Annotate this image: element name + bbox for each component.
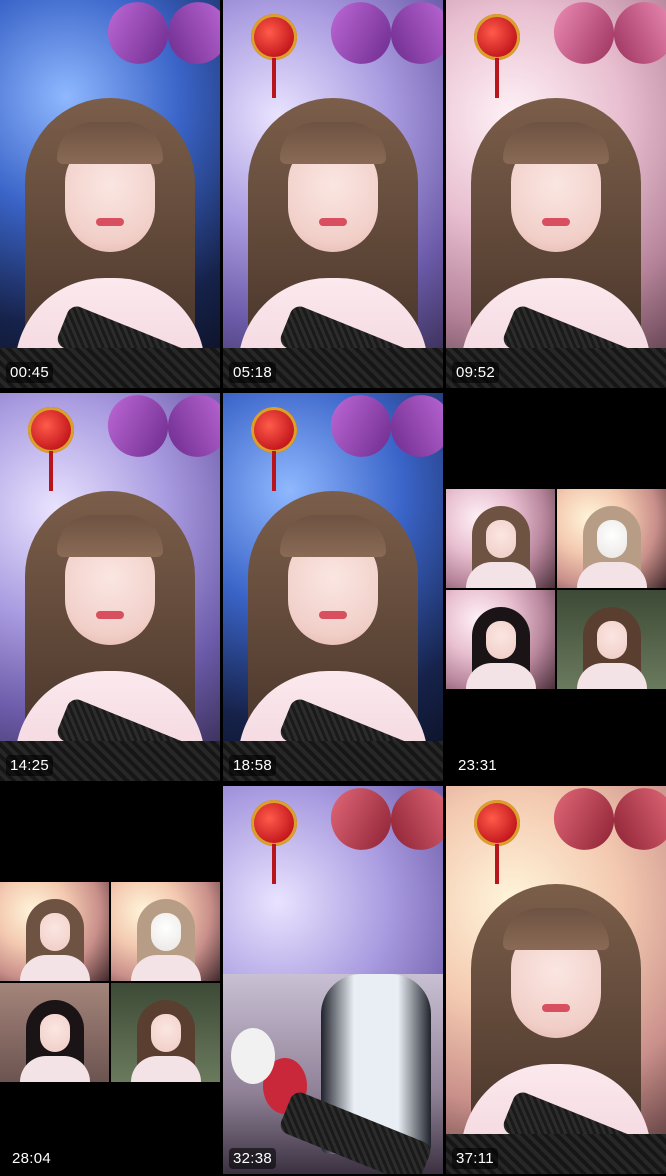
frame-thumbnail (223, 0, 443, 388)
lantern-decoration (251, 800, 297, 884)
frame-thumbnail (446, 0, 666, 388)
frame-thumbnail (223, 393, 443, 781)
video-frame-tile[interactable]: 28:04 (0, 786, 220, 1174)
lantern-decoration (251, 407, 297, 491)
multi-guest-layout (0, 882, 220, 1082)
video-frame-tile[interactable]: 14:25 (0, 393, 220, 781)
plush-toy (231, 1028, 275, 1084)
video-frame-grid: 00:45 05:18 09:52 14:25 18:58 23:31 28:0… (0, 0, 666, 1176)
frame-thumbnail (0, 393, 220, 781)
lantern-decoration (474, 800, 520, 884)
video-frame-tile[interactable]: 09:52 (446, 0, 666, 388)
video-frame-tile[interactable]: 37:11 (446, 786, 666, 1174)
frame-timestamp: 23:31 (458, 757, 498, 774)
frame-timestamp: 14:25 (6, 755, 54, 776)
lantern-decoration (474, 14, 520, 98)
guest-tile (557, 590, 666, 689)
frame-thumbnail (0, 0, 220, 388)
frame-thumbnail (446, 786, 666, 1174)
multi-guest-layout (446, 489, 666, 689)
video-frame-tile[interactable]: 23:31 (446, 393, 666, 781)
guest-tile (0, 983, 109, 1082)
guest-tile (0, 882, 109, 981)
frame-timestamp: 28:04 (12, 1150, 52, 1167)
frame-timestamp: 37:11 (452, 1148, 498, 1169)
bow-decoration (331, 786, 443, 870)
guest-tile (446, 590, 555, 689)
frame-thumbnail (223, 786, 443, 1174)
video-frame-tile[interactable]: 05:18 (223, 0, 443, 388)
guest-tile (111, 882, 220, 981)
guest-tile (111, 983, 220, 1082)
lantern-decoration (251, 14, 297, 98)
lantern-decoration (28, 407, 74, 491)
video-frame-tile[interactable]: 32:38 (223, 786, 443, 1174)
frame-timestamp: 18:58 (229, 755, 277, 776)
frame-timestamp: 09:52 (452, 362, 500, 383)
frame-timestamp: 32:38 (229, 1148, 277, 1169)
frame-timestamp: 00:45 (6, 362, 54, 383)
video-frame-tile[interactable]: 00:45 (0, 0, 220, 388)
guest-tile (446, 489, 555, 588)
guest-tile (557, 489, 666, 588)
frame-timestamp: 05:18 (229, 362, 277, 383)
video-frame-tile[interactable]: 18:58 (223, 393, 443, 781)
